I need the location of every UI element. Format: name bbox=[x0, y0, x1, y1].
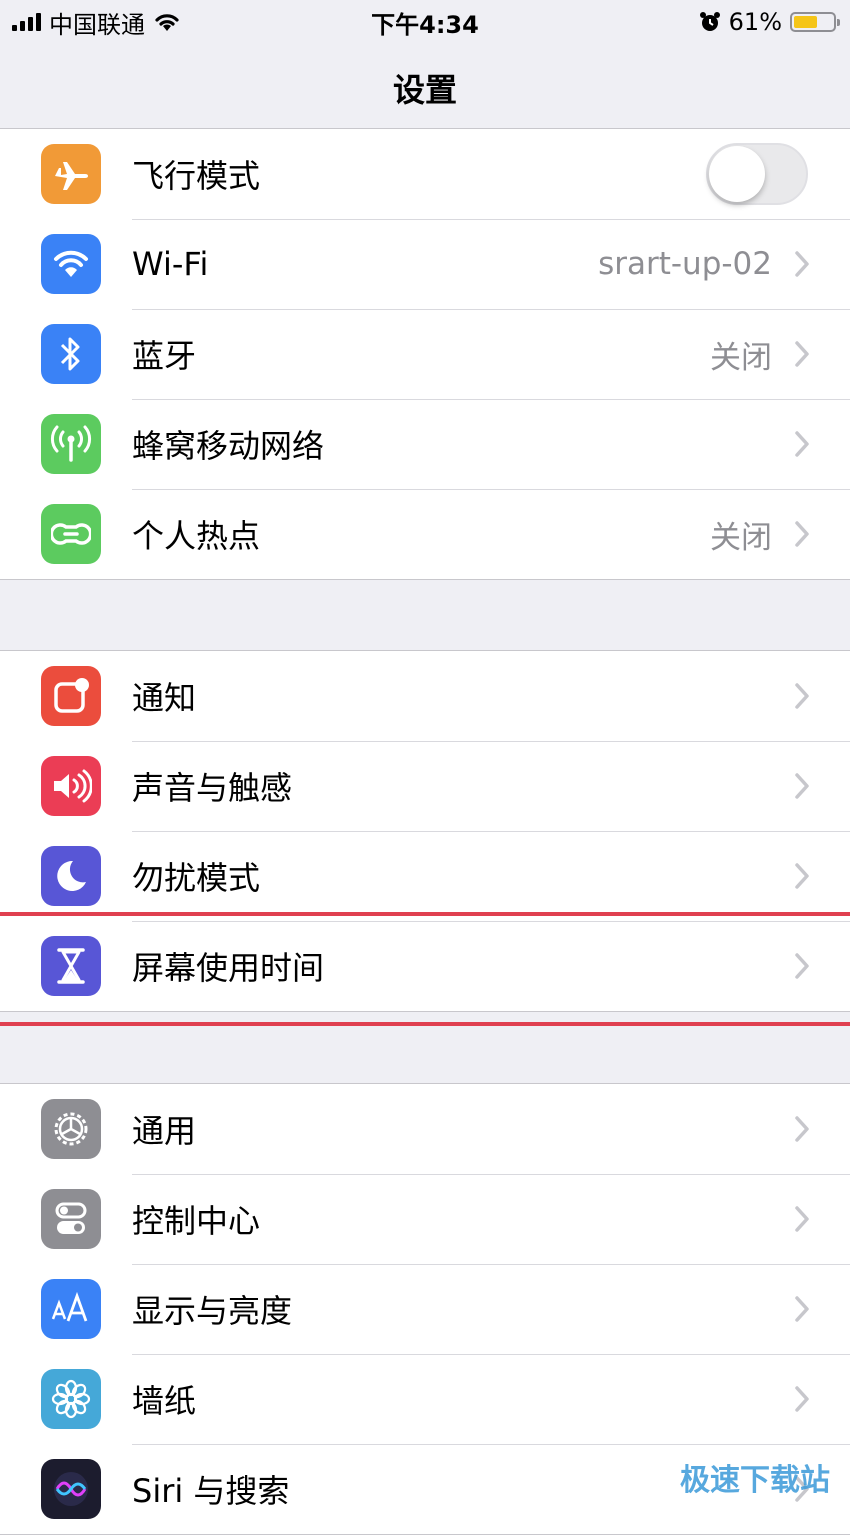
settings-row-value: 关闭 bbox=[710, 519, 772, 556]
settings-row-airplane-mode[interactable]: 飞行模式 bbox=[0, 129, 850, 219]
text-size-icon bbox=[41, 1279, 101, 1339]
settings-row-label: 通用 bbox=[132, 1112, 197, 1150]
settings-row-display-brightness[interactable]: 显示与亮度 bbox=[0, 1264, 850, 1354]
chevron-right-icon bbox=[795, 1116, 809, 1142]
switches-icon bbox=[41, 1189, 101, 1249]
carrier-name: 中国联通 bbox=[49, 10, 145, 39]
battery-percent: 61% bbox=[728, 8, 782, 36]
hourglass-icon bbox=[41, 936, 101, 996]
wifi-icon bbox=[41, 234, 101, 294]
watermark: 极速下载站 bbox=[680, 1463, 830, 1498]
chevron-right-icon bbox=[795, 341, 809, 367]
settings-row-label: 蜂窝移动网络 bbox=[132, 427, 325, 465]
settings-row-general[interactable]: 通用 bbox=[0, 1084, 850, 1174]
airplane-icon bbox=[41, 144, 101, 204]
settings-row-screen-time[interactable]: 屏幕使用时间 bbox=[0, 921, 850, 1011]
settings-row-value: 关闭 bbox=[710, 339, 772, 376]
settings-row-label: 通知 bbox=[132, 679, 197, 717]
highlight-line-top bbox=[0, 912, 850, 916]
settings-row-label: 蓝牙 bbox=[132, 337, 197, 375]
chevron-right-icon bbox=[795, 1296, 809, 1322]
settings-row-bluetooth[interactable]: 蓝牙 关闭 bbox=[0, 309, 850, 399]
settings-row-label: 控制中心 bbox=[132, 1202, 261, 1240]
settings-row-label: 屏幕使用时间 bbox=[132, 949, 325, 987]
settings-row-label: 飞行模式 bbox=[132, 157, 261, 195]
settings-row-label: 勿扰模式 bbox=[132, 859, 261, 897]
settings-row-label: 显示与亮度 bbox=[132, 1292, 293, 1330]
airplane-mode-toggle[interactable] bbox=[706, 143, 808, 205]
speaker-icon bbox=[41, 756, 101, 816]
page-title: 设置 bbox=[392, 70, 457, 109]
highlight-line-bottom bbox=[0, 1022, 850, 1026]
navigation-bar: 设置 bbox=[0, 44, 850, 132]
cellular-icon bbox=[41, 414, 101, 474]
chevron-right-icon bbox=[795, 251, 809, 277]
status-bar: 中国联通 下午4:34 61% bbox=[0, 0, 850, 44]
settings-row-control-center[interactable]: 控制中心 bbox=[0, 1174, 850, 1264]
chevron-right-icon bbox=[795, 1386, 809, 1412]
chevron-right-icon bbox=[795, 1206, 809, 1232]
siri-icon bbox=[41, 1459, 101, 1519]
settings-row-wallpaper[interactable]: 墙纸 bbox=[0, 1354, 850, 1444]
settings-row-sounds-haptics[interactable]: 声音与触感 bbox=[0, 741, 850, 831]
notification-icon bbox=[41, 666, 101, 726]
settings-row-notifications[interactable]: 通知 bbox=[0, 651, 850, 741]
settings-row-label: 个人热点 bbox=[132, 517, 261, 555]
settings-group-notifications: 通知 声音与触感 勿扰模式 屏幕使用时间 bbox=[0, 650, 850, 1012]
settings-row-value: srart-up-02 bbox=[598, 246, 772, 282]
settings-row-cellular[interactable]: 蜂窝移动网络 bbox=[0, 399, 850, 489]
chevron-right-icon bbox=[795, 431, 809, 457]
chevron-right-icon bbox=[795, 953, 809, 979]
wifi-status-icon bbox=[155, 14, 179, 31]
chevron-right-icon bbox=[795, 521, 809, 547]
settings-row-wifi[interactable]: Wi-Fi srart-up-02 bbox=[0, 219, 850, 309]
flower-icon bbox=[41, 1369, 101, 1429]
battery-icon bbox=[790, 12, 840, 32]
bluetooth-icon bbox=[41, 324, 101, 384]
settings-row-label: Wi-Fi bbox=[132, 245, 209, 283]
gear-icon bbox=[41, 1099, 101, 1159]
chevron-right-icon bbox=[795, 773, 809, 799]
settings-row-label: Siri 与搜索 bbox=[132, 1472, 290, 1510]
alarm-icon bbox=[699, 12, 720, 31]
settings-row-do-not-disturb[interactable]: 勿扰模式 bbox=[0, 831, 850, 921]
signal-icon bbox=[12, 13, 41, 31]
hotspot-icon bbox=[41, 504, 101, 564]
chevron-right-icon bbox=[795, 683, 809, 709]
settings-row-label: 墙纸 bbox=[132, 1382, 197, 1420]
settings-group-connectivity: 飞行模式 Wi-Fi srart-up-02 蓝牙 关闭 蜂窝移动网络 个人热点… bbox=[0, 128, 850, 580]
settings-row-label: 声音与触感 bbox=[132, 769, 293, 807]
settings-row-personal-hotspot[interactable]: 个人热点 关闭 bbox=[0, 489, 850, 579]
moon-icon bbox=[41, 846, 101, 906]
chevron-right-icon bbox=[795, 863, 809, 889]
